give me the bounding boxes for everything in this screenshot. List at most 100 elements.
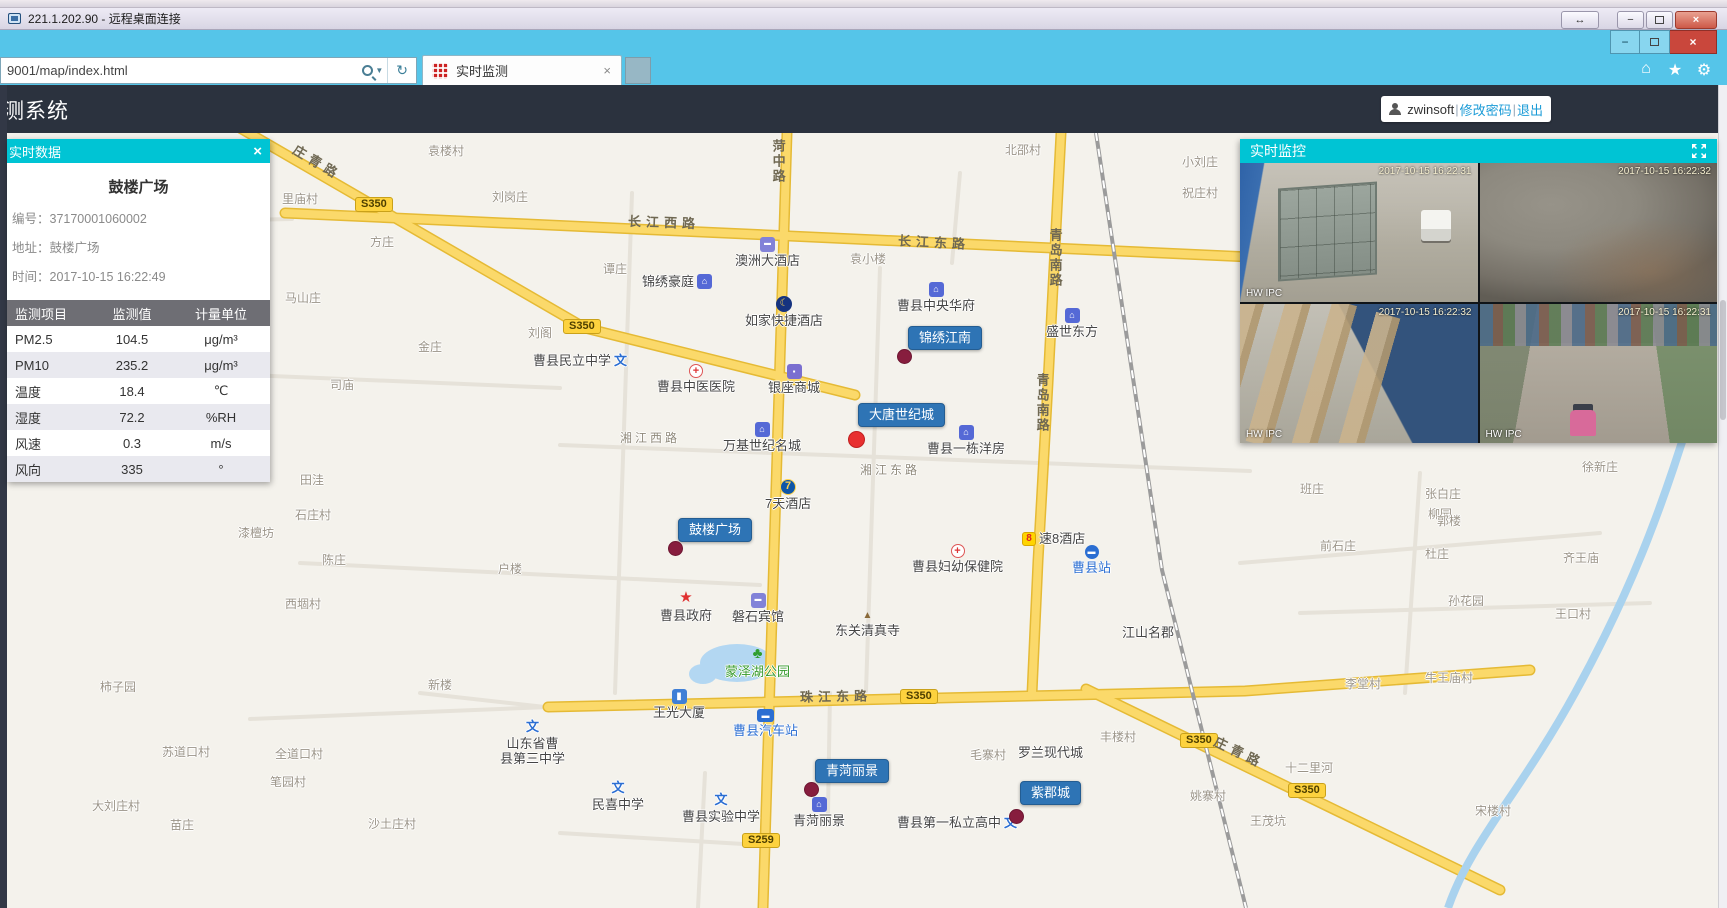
map-label: ⌂ 万基世纪名城 [723,422,801,454]
map-label: ▮ 王光大厦 [653,689,705,721]
table-row: 风速 0.3 m/s [7,430,270,456]
change-password-link[interactable]: 修改密码 [1460,100,1512,119]
map-label: ▬ 曹县汽车站 [733,709,798,739]
map-label: 前石庄 [1320,539,1356,553]
address-bar[interactable]: ▼ ↻ [0,57,417,84]
map-label: 田洼 [300,473,324,487]
camera-osd-label: HW IPC [1486,429,1522,440]
map-label: 漆檀坊 [238,526,274,540]
station-info-line: 时间：2017-10-15 16:22:49 [9,261,270,290]
map-label: 文 曹县第一私立高中 [897,815,1017,831]
tab-close-icon[interactable]: × [603,63,611,78]
map-label: ⌂ 曹县一栋洋房 [927,425,1005,457]
map-label: 王茂坑 [1250,814,1286,828]
realtime-data-panel: 实时数据 × 鼓楼广场 编号：37170001060002 地址：鼓楼广场 时间… [7,139,270,482]
map-label: 杜庄 [1425,547,1449,561]
map-label: ⌂ 锦绣豪庭 [642,274,712,290]
camera-feed[interactable]: 2017-10-15 16:22:32 [1480,163,1718,302]
home-icon[interactable]: ⌂ [1637,60,1655,80]
tab-favicon [432,63,448,79]
map-label: 文 曹县实验中学 [682,792,760,824]
map-label: 江山名郡 [1122,625,1174,641]
map-label [848,431,865,448]
camera-feed[interactable]: 2017-10-15 16:22:32 HW IPC [1240,304,1478,443]
map-label: 湘江西路 [620,431,680,445]
realtime-video-panel: 实时监控 2017-10-15 16:22:31 HW IPC 2017-10-… [1240,139,1717,443]
poi-icon: 文 [612,780,625,796]
map-label: 谭庄 [603,262,627,276]
poi-icon: 文 [614,353,627,369]
map-label: 长江西路 [628,214,701,232]
poi-icon: + [951,544,965,558]
poi-icon: ▬ [1085,545,1099,559]
poi-icon: ⌂ [1065,308,1080,323]
browser-maximize-button[interactable] [1640,30,1670,54]
map-label: S350 [563,319,601,334]
map-label: 7 7天酒店 [765,479,811,512]
search-icon[interactable] [362,65,373,76]
map-label: 新楼 [428,678,452,692]
camera-timestamp: 2017-10-15 16:22:31 [1618,307,1711,318]
map-label: 郭楼 [1437,514,1461,528]
address-input[interactable] [1,63,360,78]
map-label: 毛寨村 [970,748,1006,762]
user-box: zwinsoft | 修改密码 | 退出 [1381,96,1551,122]
map-label: 大刘庄村 [92,799,140,813]
address-dropdown-icon[interactable]: ▼ [375,66,383,75]
map-label: 文 曹县民立中学 [533,353,627,369]
browser-close-button[interactable]: × [1670,30,1717,54]
scrollbar[interactable] [1718,85,1727,908]
camera-feed[interactable]: 2017-10-15 16:22:31 HW IPC [1480,304,1718,443]
poi-icon: ▮ [672,689,687,704]
rdp-restore-button[interactable]: ↔ [1561,11,1599,29]
close-icon[interactable]: × [253,143,262,160]
browser-minimize-button[interactable]: − [1610,30,1640,54]
camera-timestamp: 2017-10-15 16:22:31 [1379,166,1472,177]
camera-timestamp: 2017-10-15 16:22:32 [1379,307,1472,318]
logout-link[interactable]: 退出 [1517,100,1543,119]
map-label: 方庄 [370,235,394,249]
map-label: 祝庄村 [1182,186,1218,200]
map-label: 袁楼村 [428,144,464,158]
camera-feed[interactable]: 2017-10-15 16:22:31 HW IPC [1240,163,1478,302]
map-label: 文 山东省曹 县第三中学 [500,719,565,767]
map-label: 丰楼村 [1100,730,1136,744]
map-label: 刘阁 [528,326,552,340]
data-panel-title: 实时数据 [9,142,61,161]
map-label: 青岛南路 [1034,373,1050,433]
poi-icon: ⌂ [959,425,974,440]
rdp-maximize-button[interactable] [1646,11,1673,29]
favorites-icon[interactable]: ★ [1666,60,1684,80]
table-row: PM10 235.2 μg/m³ [7,352,270,378]
refresh-icon[interactable]: ↻ [387,58,416,83]
poi-icon: ▬ [751,593,766,608]
video-panel-header: 实时监控 [1240,139,1717,163]
poi-icon: 文 [715,792,728,808]
browser-tab[interactable]: 实时监测 × [422,55,622,85]
poi-icon: ⌂ [812,797,827,812]
new-tab-button[interactable] [625,57,651,84]
expand-icon[interactable] [1691,143,1707,159]
scrollbar-thumb[interactable] [1720,300,1726,420]
map-label [897,349,912,364]
map-label: 袁小楼 [850,252,886,266]
settings-icon[interactable]: ⚙ [1695,60,1713,80]
map-label: 苗庄 [170,818,194,832]
camera-osd-label: HW IPC [1246,429,1282,440]
poi-icon: ⌂ [755,422,770,437]
monitor-table: 监测项目 监测值 计量单位 PM2.5 104.5 μg/m³ PM10 235… [7,300,270,482]
map-label [1009,809,1024,824]
poi-icon: 文 [526,719,539,735]
table-row: 温度 18.4 ℃ [7,378,270,404]
maximize-icon [1655,16,1664,24]
rdp-close-button[interactable]: × [1675,11,1717,29]
rdp-minimize-button[interactable]: − [1617,11,1644,29]
map-label: 沙土庄村 [368,817,416,831]
map-label: 锦绣江南 [908,326,982,350]
map-label: 文 民喜中学 [592,780,644,812]
poi-icon: ▲ [863,610,873,622]
rdp-icon [8,13,21,24]
map-canvas[interactable]: 锦绣江南 大唐世纪城 鼓楼广场 青菏丽景 紫郡城 [0,133,1727,908]
video-panel-title: 实时监控 [1250,141,1306,161]
poi-icon: ⌂ [929,282,944,297]
